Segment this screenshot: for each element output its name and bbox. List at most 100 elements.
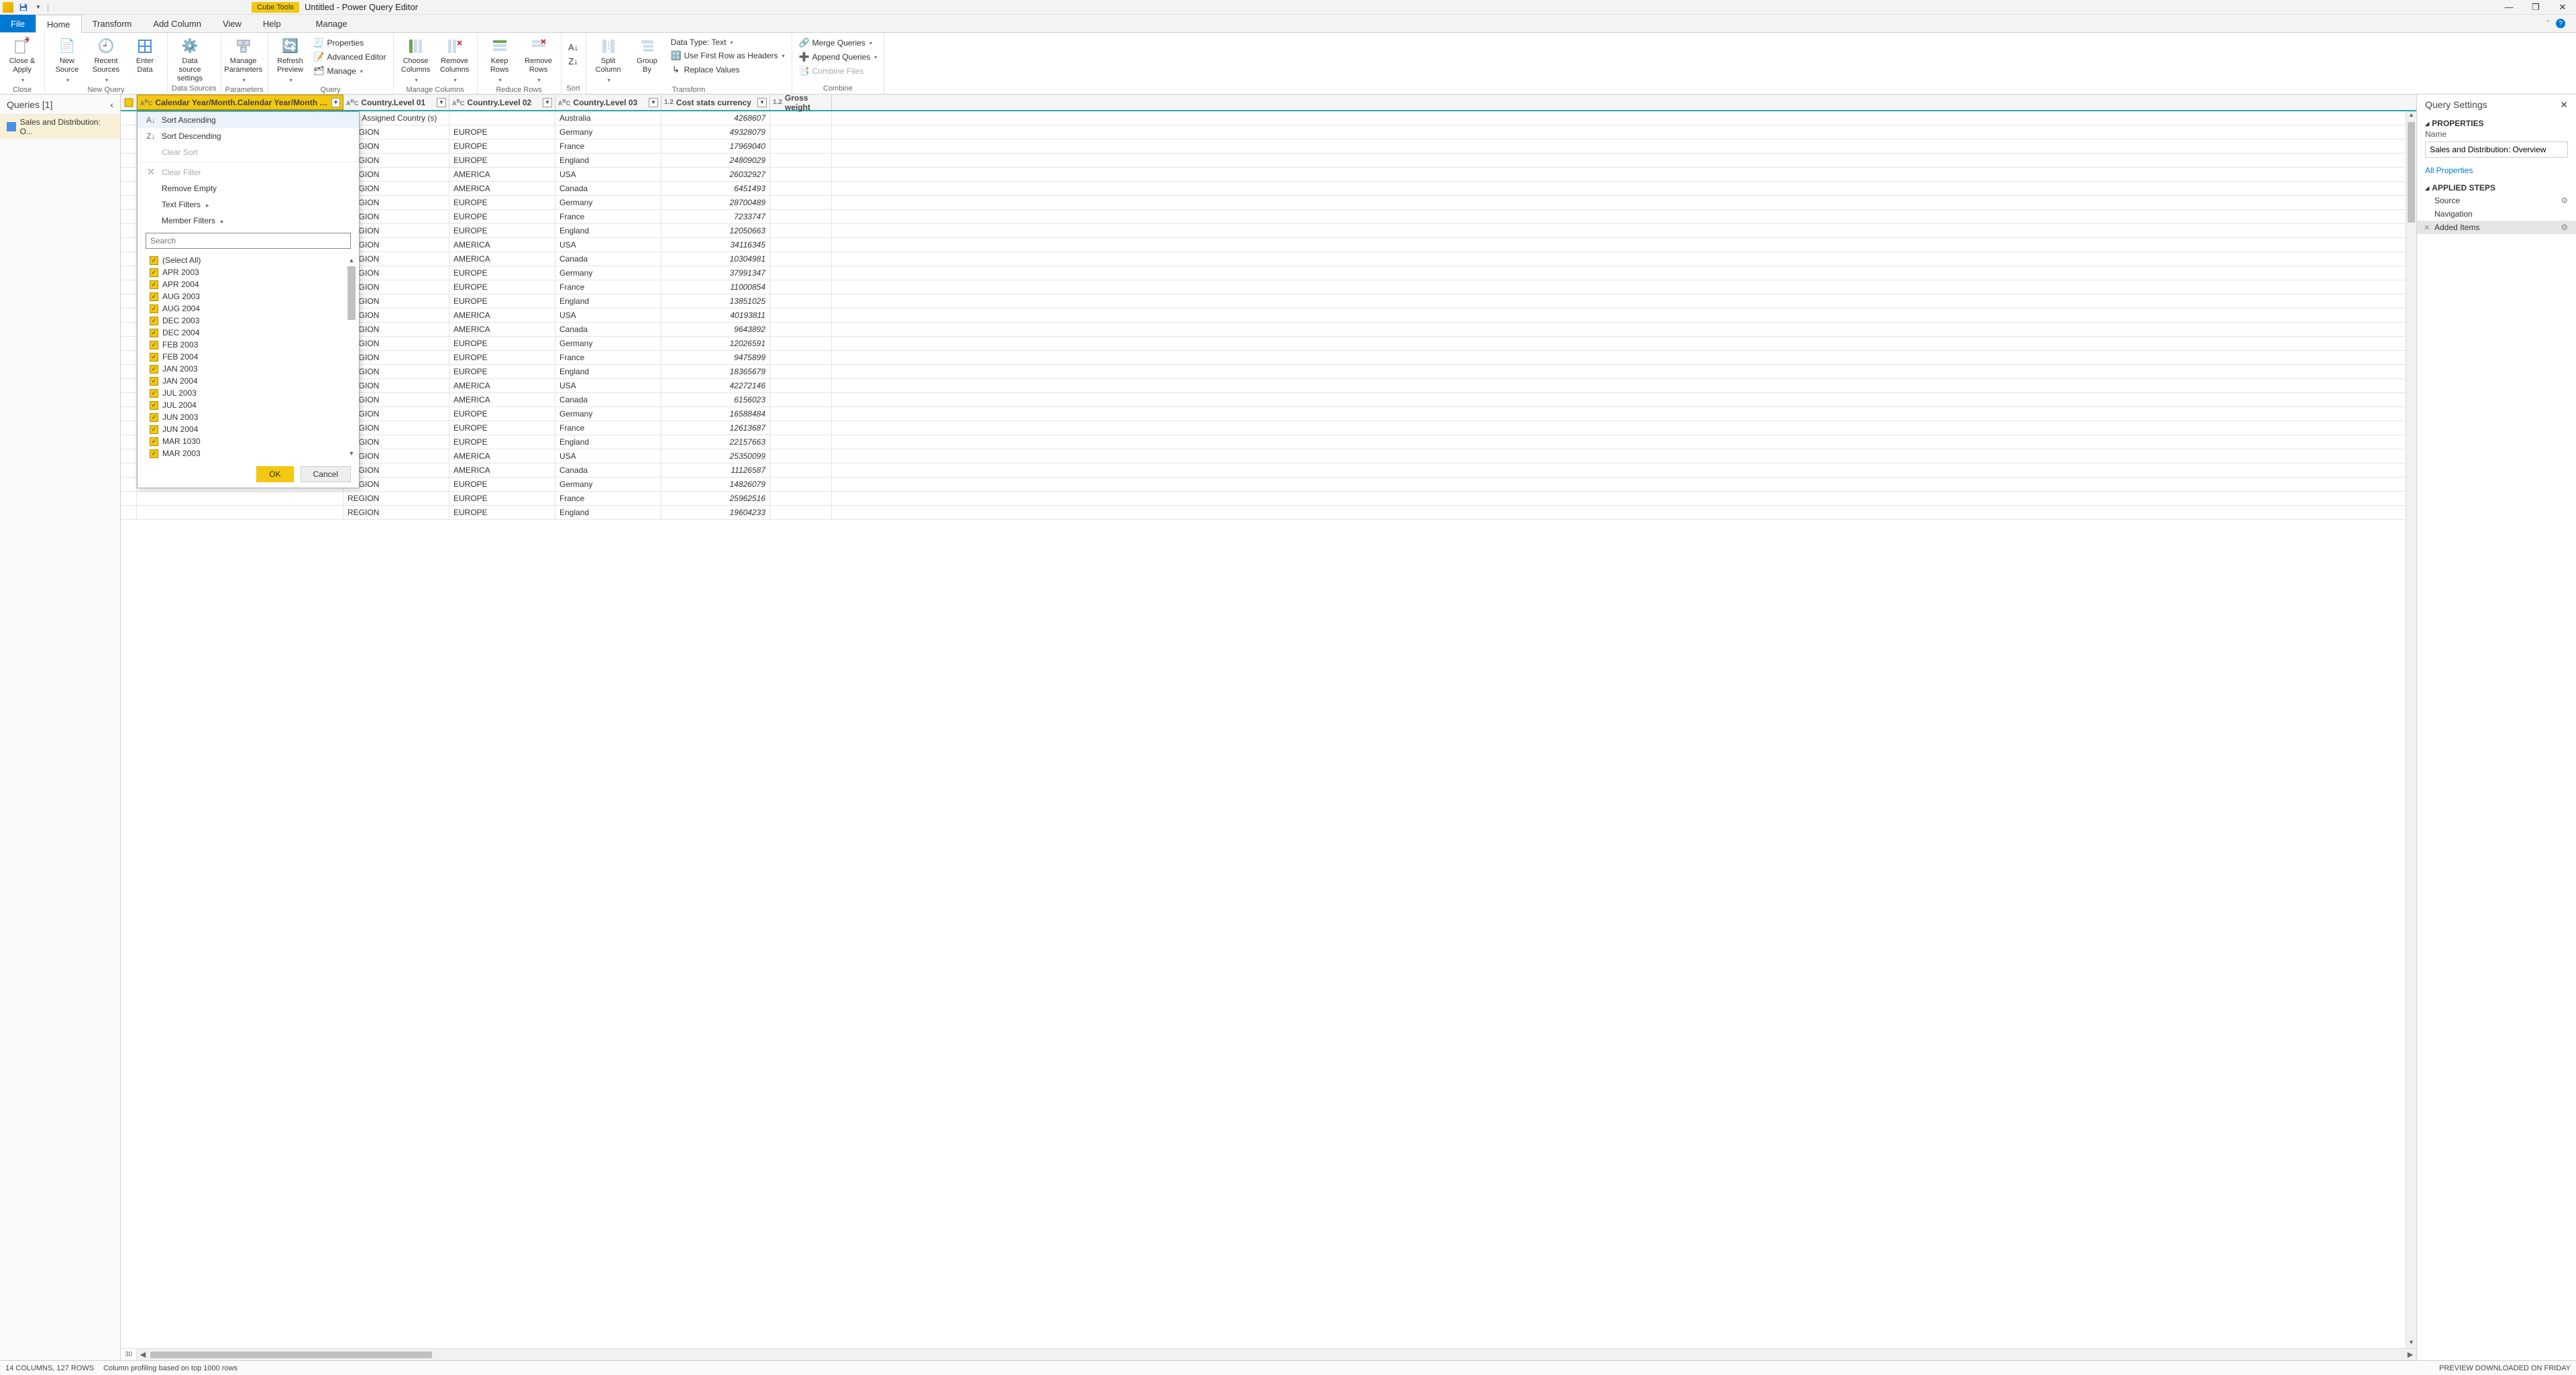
minimize-button[interactable]: — <box>2496 0 2522 15</box>
checkbox-icon[interactable]: ✓ <box>150 280 158 289</box>
checkbox-icon[interactable]: ✓ <box>150 329 158 337</box>
checkbox-icon[interactable]: ✓ <box>150 256 158 265</box>
table-row[interactable]: REGIONAMERICACanada6451493 <box>121 182 2416 196</box>
checkbox-icon[interactable]: ✓ <box>150 305 158 313</box>
checkbox-icon[interactable]: ✓ <box>150 341 158 349</box>
vertical-scrollbar[interactable]: ▲ ▼ <box>2406 111 2416 1348</box>
table-row[interactable]: REGIONEUROPEGermany16588484 <box>121 407 2416 421</box>
replace-values-button[interactable]: ↳Replace Values <box>668 64 788 76</box>
table-row[interactable]: REGIONEUROPEFrance12613687 <box>121 421 2416 435</box>
table-row[interactable]: REGIONEUROPEFrance25962516 <box>121 492 2416 506</box>
filter-checkbox-item[interactable]: ✓APR 2003 <box>150 266 359 278</box>
filter-checkbox-item[interactable]: ✓MAR 2003 <box>150 447 359 459</box>
table-row[interactable]: REGIONEUROPEEngland19604233 <box>121 506 2416 520</box>
filter-checkbox-item[interactable]: ✓(Select All) <box>150 254 359 266</box>
table-row[interactable]: REGIONEUROPEFrance17969040 <box>121 140 2416 154</box>
close-apply-button[interactable]: Close & Apply <box>4 34 40 85</box>
properties-section-title[interactable]: PROPERTIES <box>2417 115 2576 129</box>
cancel-button[interactable]: Cancel <box>301 466 351 482</box>
table-row[interactable]: REGIONEUROPEGermany28700489 <box>121 196 2416 210</box>
filter-dropdown-icon[interactable]: ▼ <box>649 98 658 107</box>
text-filters-item[interactable]: Text Filters <box>138 197 359 213</box>
filter-checkbox-item[interactable]: ✓DEC 2003 <box>150 315 359 327</box>
table-row[interactable]: REGIONAMERICAUSA34116345 <box>121 238 2416 252</box>
applied-steps-title[interactable]: APPLIED STEPS <box>2417 179 2576 194</box>
table-row[interactable]: REGIONAMERICACanada9643892 <box>121 323 2416 337</box>
close-button[interactable]: ✕ <box>2549 0 2576 15</box>
filter-checkbox-item[interactable]: ✓JAN 2003 <box>150 363 359 375</box>
merge-queries-button[interactable]: 🔗Merge Queries <box>796 37 880 49</box>
cube-tools-tab[interactable]: Cube Tools <box>252 2 299 13</box>
filter-checkbox-item[interactable]: ✓JAN 2004 <box>150 375 359 387</box>
sort-desc-button[interactable]: Z↓ <box>566 55 582 67</box>
gear-icon[interactable]: ⚙ <box>2561 196 2568 205</box>
checkbox-icon[interactable]: ✓ <box>150 377 158 386</box>
checkbox-icon[interactable]: ✓ <box>150 437 158 446</box>
column-header-country1[interactable]: ABCCountry.Level 01▼ <box>343 95 449 110</box>
checkbox-icon[interactable]: ✓ <box>150 365 158 374</box>
refresh-preview-button[interactable]: 🔄Refresh Preview <box>272 34 309 85</box>
scroll-left-icon[interactable]: ◀ <box>137 1350 149 1359</box>
filter-checkbox-item[interactable]: ✓APR 2004 <box>150 278 359 290</box>
table-row[interactable]: REGIONEUROPEFrance9475899 <box>121 351 2416 365</box>
query-name-input[interactable] <box>2425 142 2568 158</box>
choose-columns-button[interactable]: Choose Columns <box>398 34 434 85</box>
first-row-headers-button[interactable]: 🔠Use First Row as Headers <box>668 50 788 62</box>
checkbox-icon[interactable]: ✓ <box>150 449 158 458</box>
split-column-button[interactable]: Split Column <box>590 34 627 85</box>
close-settings-icon[interactable]: ✕ <box>2560 99 2568 111</box>
checkbox-icon[interactable]: ✓ <box>150 413 158 422</box>
ok-button[interactable]: OK <box>256 466 293 482</box>
filter-checkbox-item[interactable]: ✓JUL 2003 <box>150 387 359 399</box>
column-header-cost[interactable]: 1.2Cost stats currency▼ <box>661 95 770 110</box>
checkbox-icon[interactable]: ✓ <box>150 317 158 325</box>
table-row[interactable]: REGIONEUROPEEngland22157663 <box>121 435 2416 449</box>
filter-dropdown-icon[interactable]: ▼ <box>437 98 446 107</box>
filter-search-input[interactable] <box>146 233 351 249</box>
checkbox-icon[interactable]: ✓ <box>150 425 158 434</box>
filter-checkbox-item[interactable]: ✓FEB 2004 <box>150 351 359 363</box>
horizontal-scrollbar[interactable]: ◀ ▶ <box>137 1349 2416 1360</box>
table-row[interactable]: REGIONEUROPEGermany14826079 <box>121 478 2416 492</box>
filter-checkbox-item[interactable]: ✓JUN 2004 <box>150 423 359 435</box>
remove-empty-item[interactable]: Remove Empty <box>138 180 359 197</box>
filter-checkbox-item[interactable]: ✓AUG 2004 <box>150 302 359 315</box>
delete-step-icon[interactable]: ✕ <box>2424 223 2430 232</box>
filter-checkbox-item[interactable]: ✓FEB 2003 <box>150 339 359 351</box>
scroll-right-icon[interactable]: ▶ <box>2404 1350 2416 1359</box>
manage-button[interactable]: 🗂Manage <box>311 65 389 77</box>
checkbox-icon[interactable]: ✓ <box>150 389 158 398</box>
advanced-editor-button[interactable]: 📝Advanced Editor <box>311 51 389 63</box>
column-header-country2[interactable]: ABCCountry.Level 02▼ <box>449 95 555 110</box>
keep-rows-button[interactable]: Keep Rows <box>482 34 518 85</box>
tab-manage[interactable]: Manage <box>305 15 358 32</box>
checkbox-icon[interactable]: ✓ <box>150 401 158 410</box>
table-row[interactable]: Not Assigned Country (s)Australia4268607 <box>121 111 2416 125</box>
gear-icon[interactable]: ⚙ <box>2561 223 2568 232</box>
step-navigation[interactable]: Navigation <box>2417 207 2576 221</box>
table-row[interactable]: REGIONAMERICACanada6156023 <box>121 393 2416 407</box>
tab-view[interactable]: View <box>212 15 252 32</box>
help-icon[interactable]: ? <box>2556 19 2565 28</box>
table-row[interactable]: REGIONAMERICACanada11126587 <box>121 463 2416 478</box>
table-row[interactable]: REGIONEUROPEGermany37991347 <box>121 266 2416 280</box>
append-queries-button[interactable]: ➕Append Queries <box>796 51 880 63</box>
table-row[interactable]: REGIONEUROPEGermany49328079 <box>121 125 2416 140</box>
recent-sources-button[interactable]: 🕘Recent Sources <box>88 34 124 85</box>
column-header-country3[interactable]: ABCCountry.Level 03▼ <box>555 95 661 110</box>
step-source[interactable]: Source⚙ <box>2417 194 2576 207</box>
table-row[interactable]: REGIONEUROPEEngland12050663 <box>121 224 2416 238</box>
data-source-settings-button[interactable]: ⚙️Data source settings <box>172 34 208 83</box>
collapse-ribbon-icon[interactable]: ˆ <box>2546 19 2549 28</box>
remove-rows-button[interactable]: Remove Rows <box>521 34 557 85</box>
table-row[interactable]: REGIONEUROPEEngland24809029 <box>121 154 2416 168</box>
tab-transform[interactable]: Transform <box>82 15 143 32</box>
filter-dropdown-icon[interactable]: ▼ <box>543 98 552 107</box>
table-row[interactable]: REGIONEUROPEEngland18365679 <box>121 365 2416 379</box>
column-header-calendar[interactable]: ABC Calendar Year/Month.Calendar Year/Mo… <box>137 95 343 110</box>
sort-asc-button[interactable]: A↓ <box>566 41 582 53</box>
filter-checkbox-item[interactable]: ✓JUN 2003 <box>150 411 359 423</box>
checkbox-icon[interactable]: ✓ <box>150 268 158 277</box>
scrollbar-thumb[interactable] <box>347 266 356 320</box>
table-row[interactable]: REGIONAMERICAUSA26032927 <box>121 168 2416 182</box>
